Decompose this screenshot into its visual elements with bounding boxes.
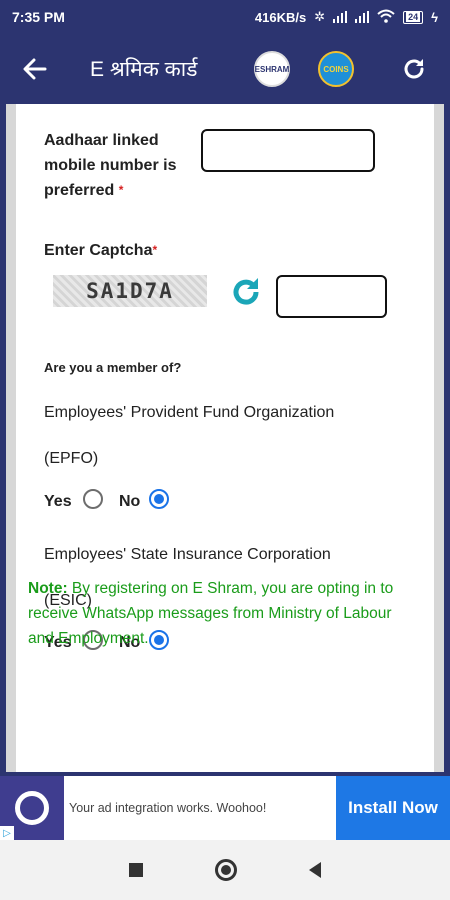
page-title: E श्रमिक कार्ड bbox=[90, 58, 198, 81]
ad-info-icon[interactable]: ▷ bbox=[0, 826, 14, 840]
ad-app-icon[interactable]: ▷ bbox=[0, 776, 64, 840]
back-triangle-icon[interactable] bbox=[309, 862, 321, 878]
coins-logo[interactable]: COINS bbox=[318, 51, 354, 87]
refresh-icon bbox=[233, 278, 259, 305]
recents-icon[interactable] bbox=[129, 863, 143, 877]
epfo-no-label: No bbox=[119, 493, 141, 510]
net-speed: 416KB/s bbox=[254, 9, 307, 25]
status-bar: 7:35 PM 416KB/s ✲ 24 ϟ bbox=[0, 0, 450, 34]
mobile-label-text: Aadhaar linked mobile number is preferre… bbox=[44, 132, 177, 199]
mobile-number-input[interactable] bbox=[201, 129, 375, 172]
epfo-no-radio[interactable] bbox=[149, 489, 169, 509]
signal-icon-2 bbox=[355, 11, 370, 23]
note-text: By registering on E Shram, you are optin… bbox=[28, 580, 394, 647]
app-bar: E श्रमिक कार्ड ESHRAM COINS bbox=[0, 34, 450, 104]
status-time: 7:35 PM bbox=[12, 9, 65, 25]
ring-icon bbox=[15, 791, 49, 825]
captcha-image: SA1D7A bbox=[53, 275, 207, 307]
eshram-logo[interactable]: ESHRAM bbox=[254, 51, 290, 87]
note-label: Note: bbox=[28, 580, 68, 597]
epfo-title: Employees' Provident Fund Organization bbox=[44, 404, 335, 421]
required-marker: * bbox=[118, 183, 124, 197]
epfo-yes-radio[interactable] bbox=[83, 489, 103, 509]
system-nav-bar bbox=[0, 840, 450, 900]
captcha-label: Enter Captcha* bbox=[44, 238, 157, 263]
form-card: Aadhaar linked mobile number is preferre… bbox=[6, 104, 444, 772]
mobile-label: Aadhaar linked mobile number is preferre… bbox=[44, 128, 192, 203]
captcha-refresh-button[interactable] bbox=[228, 274, 264, 310]
form-card-inner: Aadhaar linked mobile number is preferre… bbox=[16, 104, 434, 772]
battery-icon: 24 bbox=[403, 10, 424, 24]
wifi-icon bbox=[377, 9, 395, 26]
required-marker: * bbox=[152, 243, 158, 257]
signal-icon bbox=[333, 11, 348, 23]
captcha-text: SA1D7A bbox=[86, 279, 174, 303]
epfo-yes-label: Yes bbox=[44, 493, 72, 510]
captcha-input[interactable] bbox=[276, 275, 387, 318]
epfo-abbr: (EPFO) bbox=[44, 450, 99, 467]
captcha-label-text: Enter Captcha bbox=[44, 242, 153, 259]
battery-level: 24 bbox=[406, 12, 421, 22]
status-icons: 416KB/s ✲ 24 ϟ bbox=[255, 9, 438, 26]
member-question: Are you a member of? bbox=[44, 360, 182, 375]
arrow-left-icon bbox=[23, 58, 47, 80]
esic-title: Employees' State Insurance Corporation bbox=[44, 546, 331, 563]
ad-banner[interactable]: ▷ Your ad integration works. Woohoo! Ins… bbox=[0, 776, 450, 840]
whatsapp-note: Note: By registering on E Shram, you are… bbox=[28, 576, 408, 651]
home-icon[interactable] bbox=[215, 859, 237, 881]
alarm-icon: ✲ bbox=[314, 9, 326, 24]
refresh-button[interactable] bbox=[392, 47, 436, 91]
charging-icon: ϟ bbox=[431, 9, 438, 25]
install-now-button[interactable]: Install Now bbox=[336, 776, 450, 840]
refresh-icon bbox=[404, 59, 424, 79]
ad-text: Your ad integration works. Woohoo! bbox=[69, 801, 267, 815]
back-button[interactable] bbox=[0, 34, 70, 104]
